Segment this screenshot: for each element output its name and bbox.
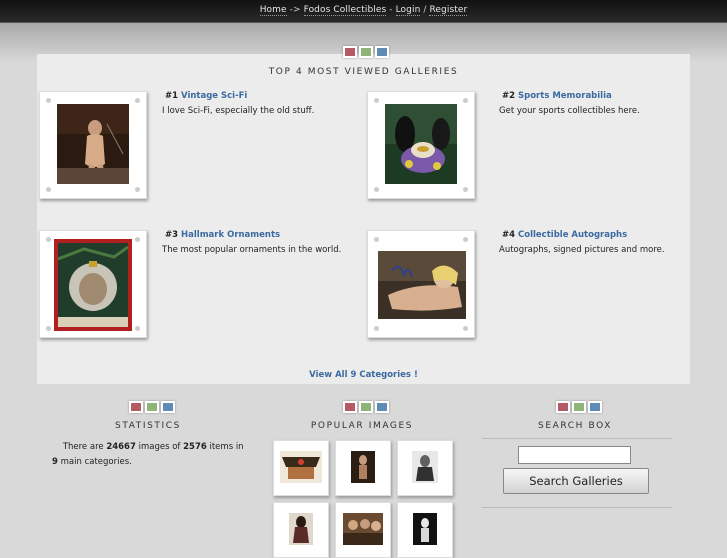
vintage-scifi-image bbox=[57, 104, 129, 184]
statistics-text: There are 24667 images of 2576 items in … bbox=[52, 440, 252, 470]
gallery-link-collectible-autographs[interactable]: Collectible Autographs bbox=[518, 230, 627, 240]
gallery-link-vintage-scifi[interactable]: Vintage Sci-Fi bbox=[181, 91, 247, 101]
breadcrumb-slash: / bbox=[423, 5, 427, 15]
gallery-rank: #3 bbox=[165, 230, 179, 240]
section-dots-icon bbox=[555, 401, 603, 413]
popular-image bbox=[280, 451, 322, 483]
popular-image-thumb[interactable] bbox=[335, 440, 391, 496]
popular-image bbox=[413, 513, 437, 545]
register-link[interactable]: Register bbox=[429, 5, 468, 16]
popular-image bbox=[351, 451, 375, 483]
top-bar: Home -> Fodos Collectibles - Login / Reg… bbox=[0, 0, 727, 23]
stats-image-count: 24667 bbox=[106, 442, 136, 452]
stats-images-label: images of bbox=[138, 442, 181, 452]
gallery-heading: #1 Vintage Sci-Fi bbox=[165, 91, 247, 101]
popular-image-thumb[interactable] bbox=[335, 502, 391, 558]
search-input[interactable] bbox=[518, 446, 631, 464]
gallery-description: The most popular ornaments in the world. bbox=[162, 245, 342, 255]
stats-items-label: items in bbox=[209, 442, 244, 452]
gallery-description: Autographs, signed pictures and more. bbox=[499, 245, 665, 255]
view-all-categories-link[interactable]: View All 9 Categories ! bbox=[37, 370, 690, 380]
stats-item-count: 2576 bbox=[183, 442, 207, 452]
gallery-link-hallmark-ornaments[interactable]: Hallmark Ornaments bbox=[181, 230, 280, 240]
popular-image-thumb[interactable] bbox=[273, 502, 329, 558]
popular-image-thumb[interactable] bbox=[273, 440, 329, 496]
section-dots-icon bbox=[342, 46, 390, 58]
stats-categories-label: main categories. bbox=[60, 457, 132, 467]
gallery-heading: #4 Collectible Autographs bbox=[502, 230, 627, 240]
divider bbox=[482, 438, 672, 439]
gallery-heading: #3 Hallmark Ornaments bbox=[165, 230, 280, 240]
stats-category-count: 9 bbox=[52, 457, 58, 467]
gallery-description: Get your sports collectibles here. bbox=[499, 106, 640, 116]
gallery-rank: #4 bbox=[502, 230, 516, 240]
popular-image bbox=[412, 451, 438, 483]
stats-prefix: There are bbox=[62, 442, 104, 452]
breadcrumb: Home -> Fodos Collectibles - Login / Reg… bbox=[0, 5, 727, 16]
popular-image-thumb[interactable] bbox=[397, 502, 453, 558]
gallery-thumbnail-card[interactable] bbox=[39, 91, 147, 199]
home-link[interactable]: Home bbox=[259, 5, 287, 16]
breadcrumb-arrow: -> bbox=[289, 5, 301, 15]
popular-images-title: POPULAR IMAGES bbox=[310, 421, 414, 431]
gallery-rank: #2 bbox=[502, 91, 516, 101]
site-link[interactable]: Fodos Collectibles bbox=[303, 5, 387, 16]
collectible-autograph-image bbox=[378, 251, 466, 319]
gallery-rank: #1 bbox=[165, 91, 179, 101]
search-box-title: SEARCH BOX bbox=[538, 421, 612, 431]
statistics-title: STATISTICS bbox=[115, 421, 181, 431]
login-link[interactable]: Login bbox=[395, 5, 421, 16]
gallery-thumbnail-card[interactable] bbox=[367, 230, 475, 338]
top-galleries-panel: TOP 4 MOST VIEWED GALLERIES #1 Vintage S… bbox=[37, 46, 690, 384]
section-dots-icon bbox=[128, 401, 176, 413]
top-galleries-title: TOP 4 MOST VIEWED GALLERIES bbox=[268, 67, 459, 77]
gallery-thumbnail-card[interactable] bbox=[39, 230, 147, 338]
popular-image bbox=[343, 513, 383, 545]
gallery-link-sports-memorabilia[interactable]: Sports Memorabilia bbox=[518, 91, 612, 101]
divider bbox=[482, 507, 672, 508]
section-dots-icon bbox=[342, 401, 390, 413]
sports-memorabilia-image bbox=[385, 104, 457, 184]
gallery-heading: #2 Sports Memorabilia bbox=[502, 91, 612, 101]
popular-image-thumb[interactable] bbox=[397, 440, 453, 496]
gallery-thumbnail-card[interactable] bbox=[367, 91, 475, 199]
search-galleries-button[interactable]: Search Galleries bbox=[503, 468, 649, 494]
popular-image bbox=[289, 513, 313, 545]
hallmark-ornament-image bbox=[54, 239, 132, 331]
gallery-description: I love Sci-Fi, especially the old stuff. bbox=[162, 106, 315, 116]
breadcrumb-dash: - bbox=[389, 5, 393, 15]
